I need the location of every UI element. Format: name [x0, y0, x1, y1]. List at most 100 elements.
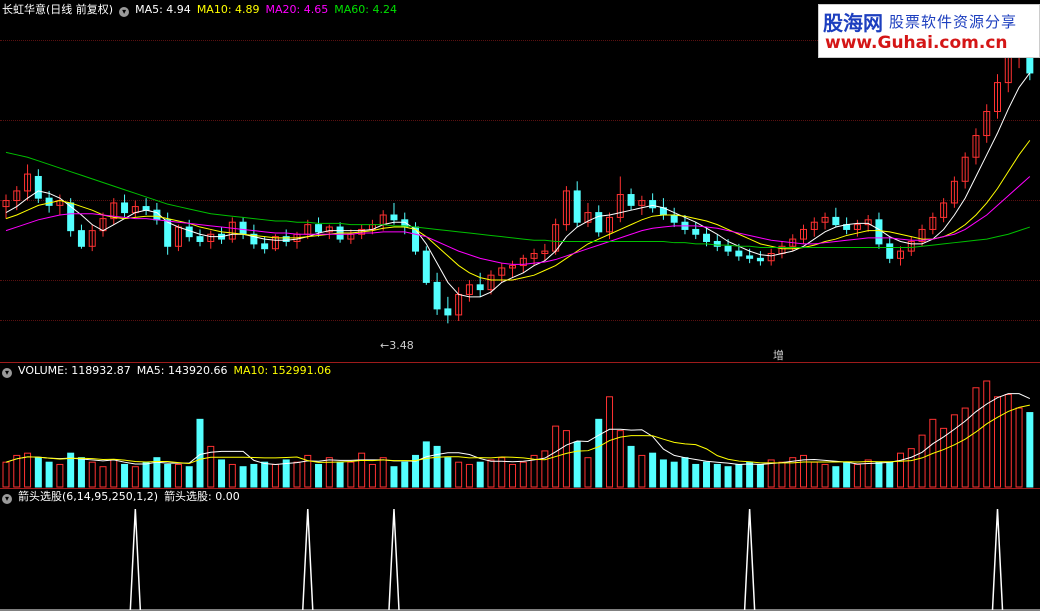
volume-bar	[810, 461, 818, 488]
chevron-down-icon[interactable]: ▾	[2, 368, 12, 378]
volume-bar	[746, 461, 754, 488]
volume-bar	[24, 452, 32, 488]
candle-body	[746, 255, 754, 259]
candle-body	[196, 236, 204, 242]
volume-bar	[164, 463, 172, 488]
volume-bar	[498, 457, 506, 488]
volume-bar	[261, 461, 269, 488]
candle-body	[261, 243, 269, 250]
chevron-down-icon[interactable]: ▾	[119, 7, 130, 17]
volume-bar	[401, 461, 409, 488]
volume-bar	[131, 466, 139, 488]
volume-bar	[13, 454, 21, 488]
volume-bar	[703, 461, 711, 488]
chevron-down-icon[interactable]: ▾	[2, 494, 12, 504]
volume-bar	[983, 380, 991, 488]
candle-body	[444, 308, 452, 316]
volume-bar	[1026, 412, 1034, 488]
volume-bar	[584, 457, 592, 488]
candle-body	[34, 175, 42, 199]
candle-body	[422, 250, 430, 283]
volume-bar	[918, 434, 926, 488]
volume-bar	[56, 463, 64, 488]
volume-bar	[1015, 407, 1023, 488]
volume-bar	[627, 445, 635, 488]
volume-bar	[99, 466, 107, 488]
volume-bar	[950, 414, 958, 488]
volume-bar	[196, 418, 204, 488]
candle-body	[703, 233, 711, 242]
volume-pane: ▾ VOLUME: 118932.87 MA5: 143920.66 MA10: 15…	[0, 363, 1040, 488]
volume-bar	[832, 466, 840, 488]
candle-body	[121, 202, 129, 214]
volume-bar	[336, 461, 344, 488]
volume-ma5-line	[5, 393, 1031, 465]
volume-bar	[2, 461, 10, 488]
volume-bar	[735, 463, 743, 488]
candle-body	[433, 281, 441, 310]
ma20-label: MA20: 4.65	[265, 3, 329, 16]
indicator-value: 箭头选股: 0.00	[164, 490, 240, 503]
zeng-marker: 增	[773, 349, 784, 362]
candle-body	[390, 214, 398, 221]
candle-body	[142, 206, 150, 211]
volume-bar	[121, 463, 129, 488]
volume-bar	[756, 463, 764, 488]
candle-body	[886, 243, 894, 259]
volume-bar	[455, 461, 463, 488]
volume-bar	[433, 445, 441, 488]
volume-bar	[315, 463, 323, 488]
logo-url: www.Guhai.com.cn	[825, 33, 1008, 53]
price-header: 长虹华意(日线 前复权) ▾ MA5: 4.94 MA10: 4.89 MA20: 4.…	[2, 2, 403, 18]
candle-body	[756, 257, 764, 262]
volume-bar	[390, 466, 398, 488]
indicator-pane: ▾ 箭头选股(6,14,95,250,1,2) 箭头选股: 0.00	[0, 489, 1040, 611]
indicator-chart[interactable]	[0, 489, 1040, 611]
candle-body	[573, 190, 581, 223]
volume-bar	[218, 459, 226, 488]
volume-bar	[174, 463, 182, 488]
ma10-label: MA10: 4.89	[196, 3, 260, 16]
candle-body	[239, 221, 247, 235]
volume-bar	[681, 457, 689, 488]
indicator-header: ▾ 箭头选股(6,14,95,250,1,2) 箭头选股: 0.00	[2, 489, 246, 505]
volume-label: VOLUME: 118932.87	[18, 364, 131, 377]
volume-bar	[875, 461, 883, 488]
volume-bar	[649, 452, 657, 488]
candle-body	[692, 228, 700, 235]
volume-bar	[713, 463, 721, 488]
candle-body	[649, 200, 657, 209]
volume-bar	[379, 457, 387, 488]
logo-brand: 股海网	[823, 11, 883, 35]
volume-bar	[692, 463, 700, 488]
volume-bar	[34, 457, 42, 488]
volume-bar	[185, 466, 193, 488]
volume-bar	[573, 441, 581, 488]
price-pane: 长虹华意(日线 前复权) ▾ MA5: 4.94 MA10: 4.89 MA20: 4.…	[0, 0, 1040, 362]
volume-bar	[45, 461, 53, 488]
volume-bar	[228, 463, 236, 488]
volume-bar	[347, 461, 355, 488]
candle-body	[45, 197, 53, 206]
volume-bar	[444, 457, 452, 488]
volume-bar	[77, 457, 85, 488]
indicator-name: 箭头选股(6,14,95,250,1,2)	[18, 490, 159, 503]
candle-body	[875, 219, 883, 245]
volume-bar	[465, 463, 473, 488]
stock-title: 长虹华意(日线 前复权)	[2, 3, 114, 16]
volume-bar	[972, 387, 980, 488]
volume-bar	[638, 454, 646, 488]
candle-body	[164, 219, 172, 247]
volume-bar	[897, 452, 905, 488]
volume-bar	[907, 448, 915, 488]
volume-bar	[843, 461, 851, 488]
volume-bar	[271, 463, 279, 488]
ma-line-ma5	[5, 72, 1031, 298]
candle-body	[77, 230, 85, 247]
volume-bar	[562, 430, 570, 488]
volume-bar	[293, 461, 301, 488]
volume-ma10-line	[5, 404, 1030, 465]
volume-bar	[789, 457, 797, 488]
volume-bar	[853, 463, 861, 488]
volume-chart[interactable]	[0, 363, 1040, 488]
